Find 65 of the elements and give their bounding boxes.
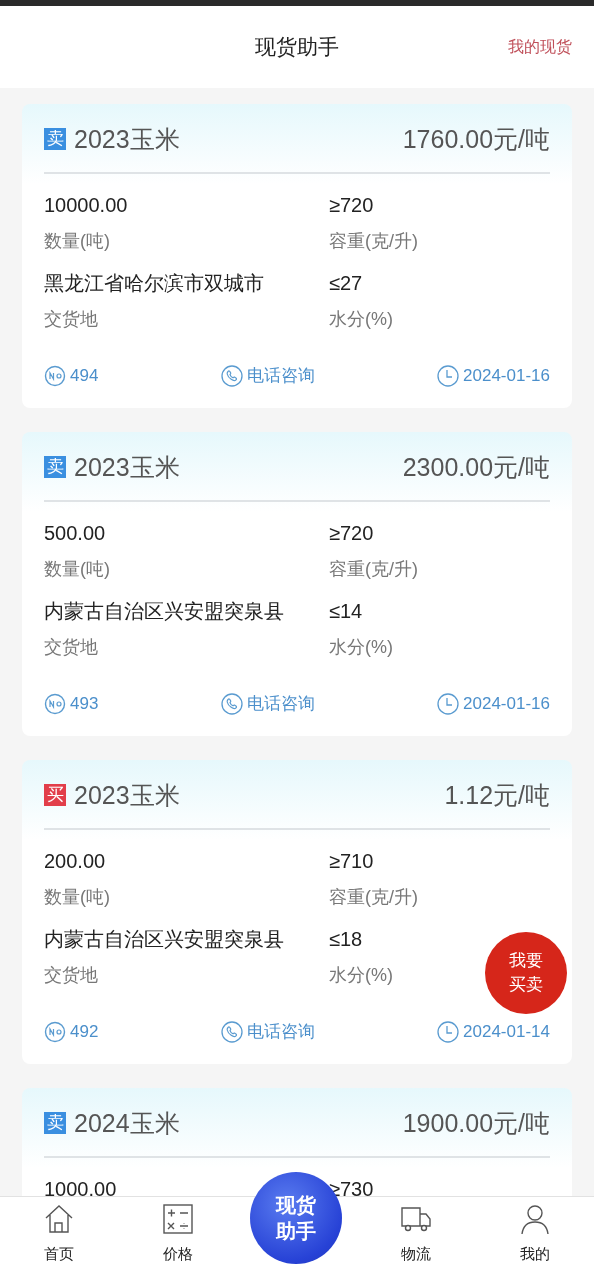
- quantity-value: 500.00: [44, 521, 106, 546]
- listing-number: 493: [70, 693, 99, 714]
- density-label: 容重(克/升): [329, 886, 418, 909]
- phone-inquiry-link[interactable]: 电话咨询: [220, 364, 315, 387]
- listing-date: 2024-01-14: [463, 1021, 550, 1042]
- number-icon: [44, 1020, 66, 1043]
- quantity-value: 10000.00: [44, 193, 128, 218]
- location-label: 交货地: [44, 964, 98, 987]
- nav-tab[interactable]: 物流: [356, 1197, 476, 1280]
- location-value: 内蒙古自治区兴安盟突泉县: [44, 599, 284, 624]
- nav-tab[interactable]: 价格: [118, 1197, 238, 1280]
- trade-tag: 卖: [44, 128, 66, 150]
- phone-inquiry-link[interactable]: 电话咨询: [220, 692, 315, 715]
- product-name: 2024玉米: [74, 1107, 180, 1139]
- moisture-label: 水分(%): [329, 308, 393, 331]
- phone-icon: [220, 692, 243, 715]
- trade-tag: 买: [44, 784, 66, 806]
- clock-icon: [437, 364, 460, 387]
- density-value: ≥720: [329, 521, 374, 546]
- listing-number: 494: [70, 365, 99, 386]
- number-icon: [44, 364, 66, 387]
- number-icon: [44, 692, 66, 715]
- calculator-icon: [162, 1203, 195, 1235]
- listing-date: 2024-01-16: [463, 365, 550, 386]
- my-listings-link[interactable]: 我的现货: [508, 36, 572, 58]
- quantity-value: 200.00: [44, 849, 106, 874]
- density-label: 容重(克/升): [329, 558, 418, 581]
- trade-tag: 卖: [44, 1112, 66, 1134]
- person-icon: [518, 1203, 551, 1235]
- product-name: 2023玉米: [74, 451, 180, 483]
- product-name: 2023玉米: [74, 123, 180, 155]
- moisture-value: ≤27: [329, 271, 363, 296]
- listing-date: 2024-01-16: [463, 693, 550, 714]
- quantity-label: 数量(吨): [44, 886, 110, 909]
- price: 2300.00元/吨: [402, 451, 550, 483]
- density-value: ≥720: [329, 193, 374, 218]
- phone-inquiry-link[interactable]: 电话咨询: [220, 1020, 315, 1043]
- density-label: 容重(克/升): [329, 230, 418, 253]
- quantity-label: 数量(吨): [44, 558, 110, 581]
- nav-tab[interactable]: 我的: [475, 1197, 594, 1280]
- location-value: 内蒙古自治区兴安盟突泉县: [44, 927, 284, 952]
- listing-card[interactable]: 卖 2023玉米 1760.00元/吨 10000.00 ≥720 数量(吨) 容重(克/升) 黑龙江省哈尔滨市双城市 ≤27 交货地 水分(%) 494 电话咨询 2024-01-16: [22, 104, 572, 408]
- quantity-label: 数量(吨): [44, 230, 110, 253]
- quantity-value: 1000.00: [44, 1177, 117, 1196]
- price: 1760.00元/吨: [402, 123, 550, 155]
- listing-card[interactable]: 卖 2023玉米 2300.00元/吨 500.00 ≥720 数量(吨) 容重(克/升) 内蒙古自治区兴安盟突泉县 ≤14 交货地 水分(%) 493 电话咨询 2024-01-16: [22, 432, 572, 736]
- density-value: ≥710: [329, 849, 374, 874]
- location-value: 黑龙江省哈尔滨市双城市: [44, 271, 264, 296]
- clock-icon: [437, 1020, 460, 1043]
- price: 1900.00元/吨: [402, 1107, 550, 1139]
- page-title: 现货助手: [255, 34, 339, 60]
- nav-tab[interactable]: 首页: [0, 1197, 119, 1280]
- moisture-value: ≤18: [329, 927, 363, 952]
- phone-icon: [220, 1020, 243, 1043]
- product-name: 2023玉米: [74, 779, 180, 811]
- trade-tag: 卖: [44, 456, 66, 478]
- location-label: 交货地: [44, 636, 98, 659]
- location-label: 交货地: [44, 308, 98, 331]
- moisture-value: ≤14: [329, 599, 363, 624]
- moisture-label: 水分(%): [329, 964, 393, 987]
- phone-icon: [220, 364, 243, 387]
- listing-number: 492: [70, 1021, 99, 1042]
- price: 1.12元/吨: [444, 779, 550, 811]
- moisture-label: 水分(%): [329, 636, 393, 659]
- clock-icon: [437, 692, 460, 715]
